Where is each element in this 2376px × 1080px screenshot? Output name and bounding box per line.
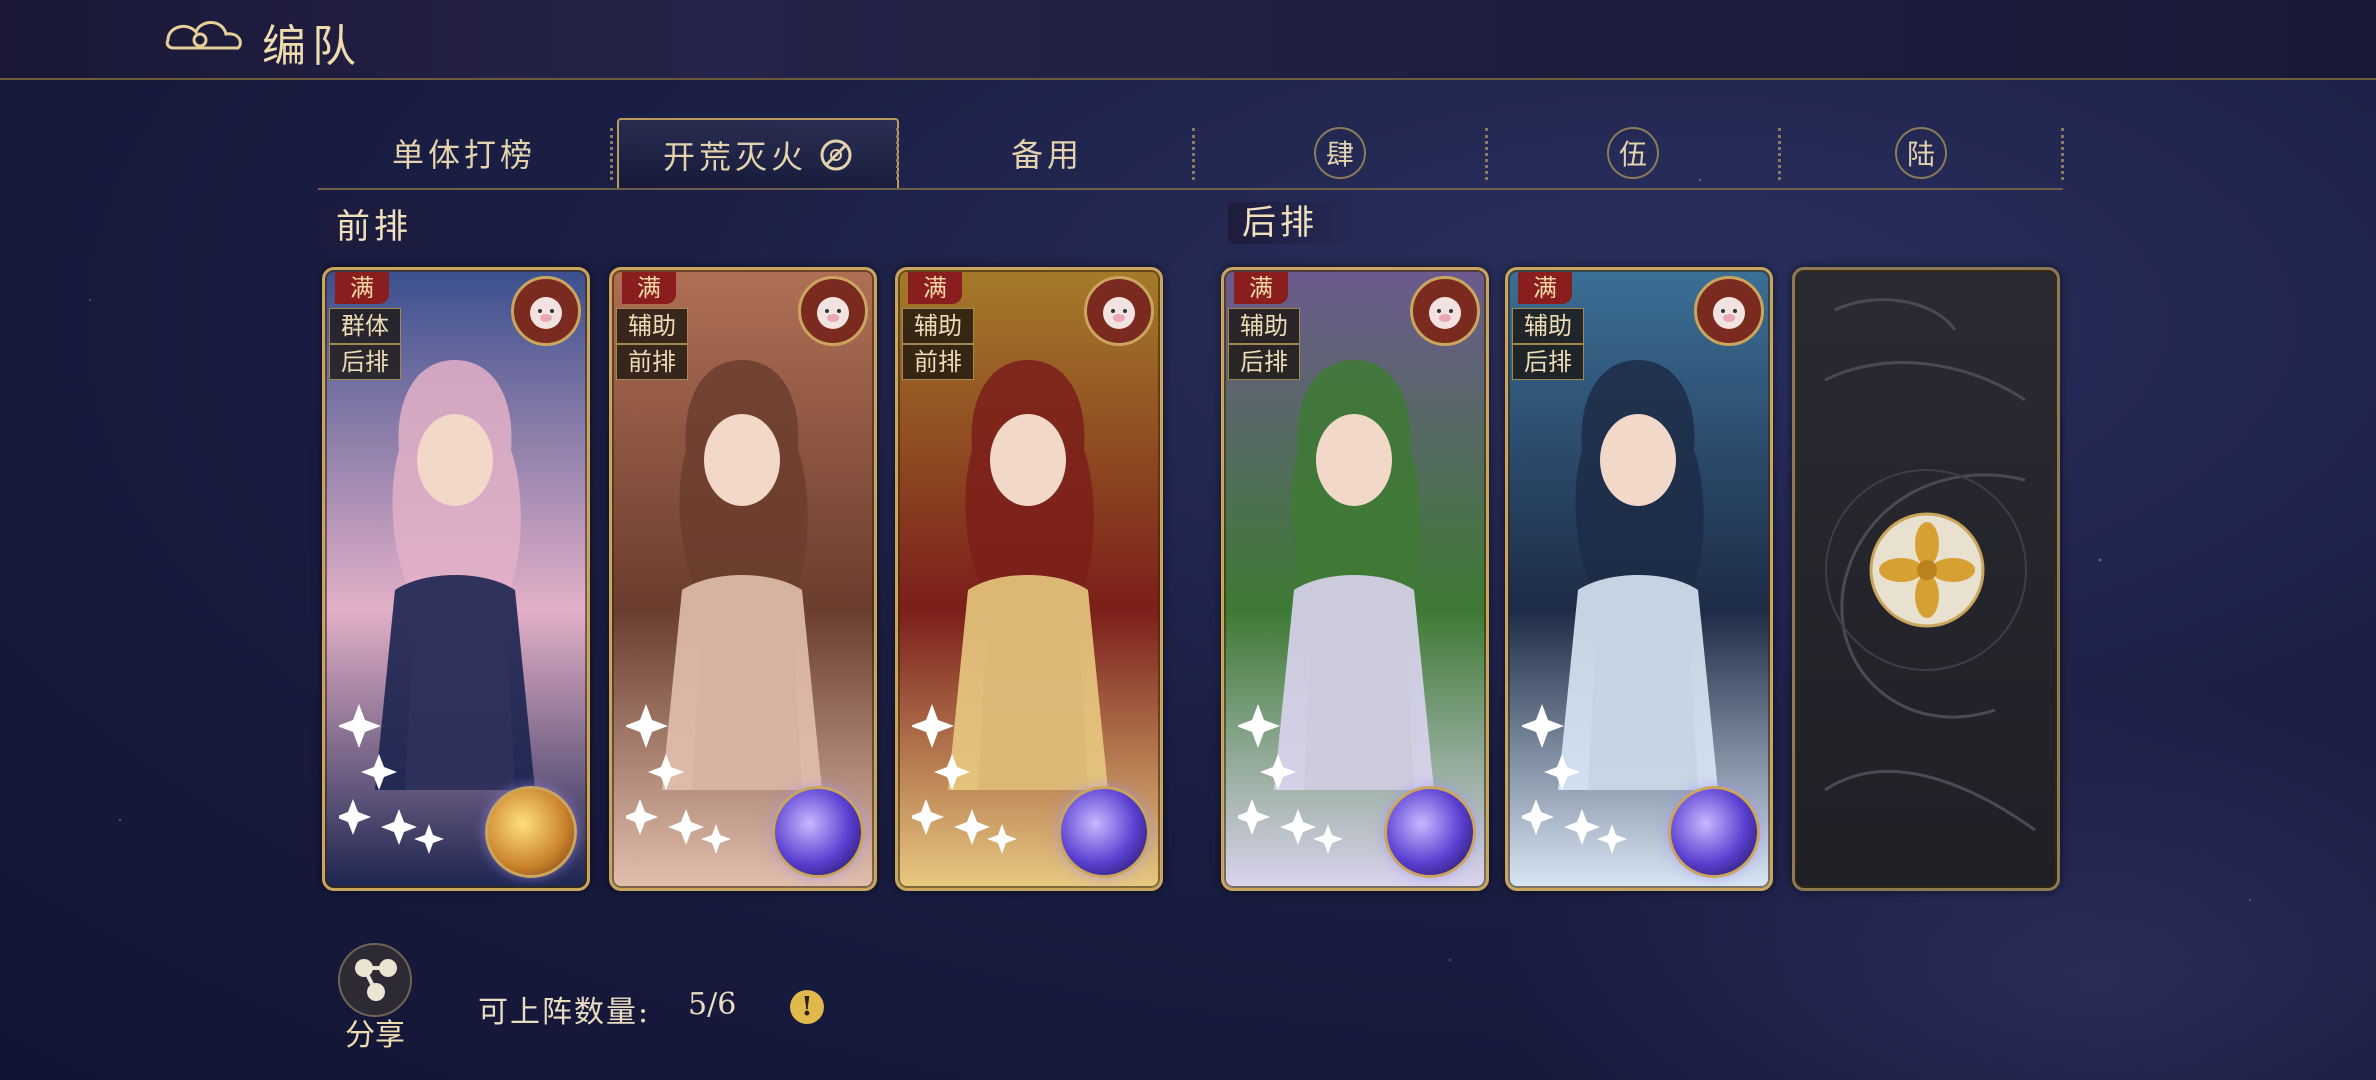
tab-1[interactable]: 单体打榜 — [318, 118, 610, 188]
role-tag: 群体 — [329, 308, 401, 344]
monkey-icon — [1084, 276, 1154, 346]
purple-orb-icon — [1058, 786, 1150, 878]
tab-label: 陆 — [1895, 127, 1947, 179]
role-tag: 辅助 — [616, 308, 688, 344]
deploy-count-value: 5/6 — [688, 987, 737, 1022]
purple-orb-icon — [1384, 786, 1476, 878]
star-rating-icon — [1522, 704, 1627, 854]
page-title: 编队 — [262, 21, 362, 72]
character-card[interactable]: 满 辅助 后排 — [1221, 267, 1489, 891]
character-card[interactable]: 满 辅助 后排 — [1505, 267, 1773, 891]
star-rating-icon — [626, 704, 731, 854]
tab-label: 伍 — [1607, 127, 1659, 179]
tab-divider — [2061, 128, 2064, 180]
tab-label: 备用 — [1010, 136, 1083, 174]
role-tag: 辅助 — [902, 308, 974, 344]
gold-orb-icon — [485, 786, 577, 878]
max-level-badge: 满 — [622, 272, 676, 304]
role-tag: 辅助 — [1512, 308, 1584, 344]
tab-5[interactable]: 伍 — [1488, 118, 1778, 188]
tab-3[interactable]: 备用 — [902, 118, 1192, 188]
tab-label: 肆 — [1314, 127, 1366, 179]
header-bar: 编队 — [0, 0, 2376, 80]
role-tag: 辅助 — [1228, 308, 1300, 344]
max-level-badge: 满 — [1518, 272, 1572, 304]
share-button[interactable]: 分享 — [330, 940, 420, 1053]
pig-icon — [511, 276, 581, 346]
pig-icon — [798, 276, 868, 346]
exclamation-icon[interactable]: ! — [790, 990, 824, 1024]
tab-label: 开荒灭火 — [662, 138, 807, 176]
purple-orb-icon — [1668, 786, 1760, 878]
team-tabs: 单体打榜 开荒灭火 备用 肆 伍 陆 — [318, 118, 2064, 190]
position-tag: 前排 — [616, 344, 688, 380]
star-rating-icon — [339, 704, 444, 854]
rooster-icon — [1410, 276, 1480, 346]
purple-orb-icon — [772, 786, 864, 878]
share-icon — [338, 943, 412, 1017]
position-tag: 后排 — [329, 344, 401, 380]
rat-icon — [1694, 276, 1764, 346]
character-card[interactable]: 满 辅助 前排 — [895, 267, 1163, 891]
star-rating-icon — [912, 704, 1017, 854]
tab-label: 单体打榜 — [391, 136, 536, 174]
front-row-label: 前排 — [322, 206, 452, 248]
max-level-badge: 满 — [1234, 272, 1288, 304]
position-tag: 后排 — [1512, 344, 1584, 380]
max-level-badge: 满 — [335, 272, 389, 304]
character-card[interactable]: 满 辅助 前排 — [609, 267, 877, 891]
back-cloud-icon[interactable] — [160, 14, 248, 64]
tab-6[interactable]: 陆 — [1781, 118, 2061, 188]
tab-underline — [318, 188, 2063, 190]
deploy-count-label: 可上阵数量: — [478, 995, 651, 1030]
star-rating-icon — [1238, 704, 1343, 854]
tab-2-active[interactable]: 开荒灭火 — [617, 118, 899, 190]
prohibited-icon — [820, 139, 852, 171]
tab-divider — [896, 128, 899, 180]
tab-divider — [610, 128, 613, 180]
share-label: 分享 — [345, 1018, 405, 1053]
max-level-badge: 满 — [908, 272, 962, 304]
flower-emblem-icon — [1869, 512, 1985, 628]
tab-4[interactable]: 肆 — [1195, 118, 1485, 188]
character-card[interactable]: 满 群体 后排 — [322, 267, 590, 891]
back-row-label: 后排 — [1228, 202, 1358, 244]
empty-slot[interactable] — [1792, 267, 2060, 891]
position-tag: 后排 — [1228, 344, 1300, 380]
position-tag: 前排 — [902, 344, 974, 380]
